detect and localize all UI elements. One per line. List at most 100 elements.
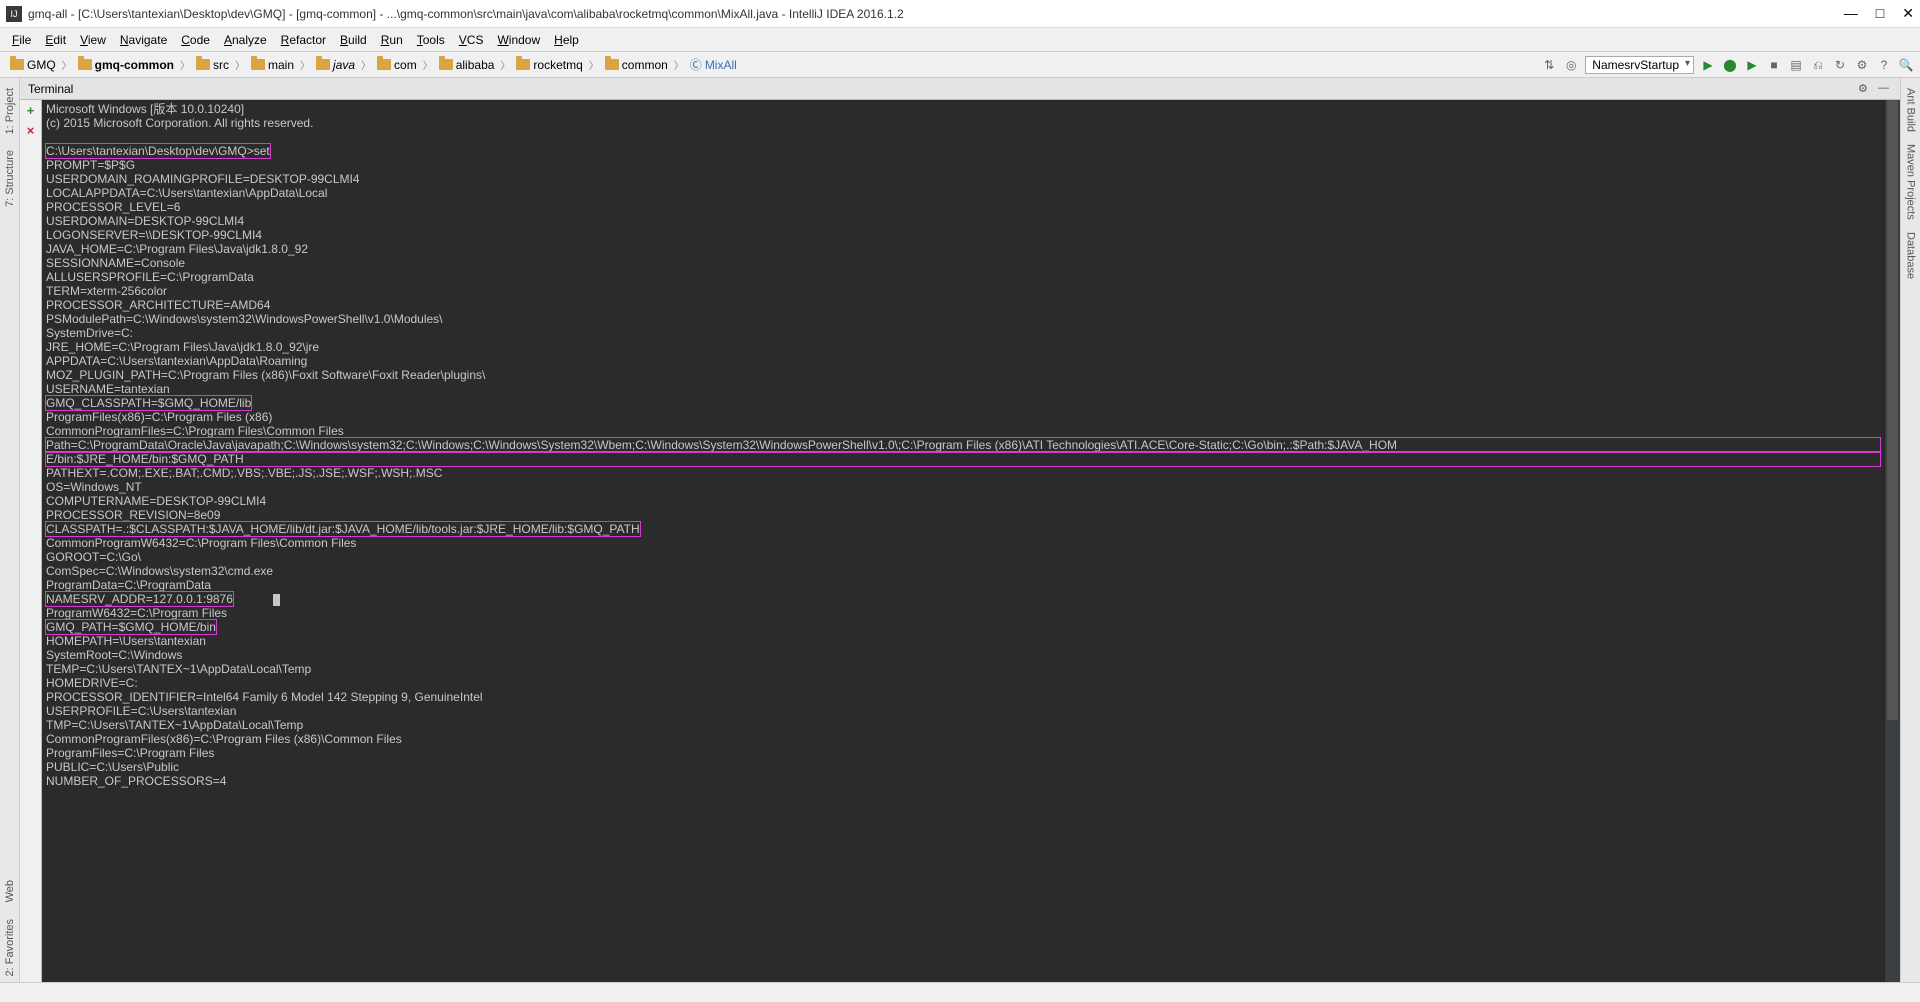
menu-run[interactable]: Run (375, 31, 409, 49)
terminal-line: ProgramFiles=C:\Program Files (46, 746, 1880, 760)
terminal-line: PROMPT=$P$G (46, 158, 1880, 172)
tool-window-header: Terminal ⚙ — (20, 78, 1900, 100)
terminal-line: TEMP=C:\Users\TANTEX~1\AppData\Local\Tem… (46, 662, 1880, 676)
terminal-line: ProgramFiles(x86)=C:\Program Files (x86) (46, 410, 1880, 424)
debug-icon[interactable]: ⬤ (1722, 57, 1738, 73)
terminal-line: USERDOMAIN=DESKTOP-99CLMI4 (46, 214, 1880, 228)
layout-icon[interactable]: ▤ (1788, 57, 1804, 73)
menu-refactor[interactable]: Refactor (275, 31, 332, 49)
title-bar: IJ gmq-all - [C:\Users\tantexian\Desktop… (0, 0, 1920, 28)
terminal-line: CommonProgramFiles(x86)=C:\Program Files… (46, 732, 1880, 746)
tab-favorites[interactable]: 2: Favorites (2, 913, 18, 982)
menu-help[interactable]: Help (548, 31, 585, 49)
menu-code[interactable]: Code (175, 31, 216, 49)
stop-icon[interactable]: ■ (1766, 57, 1782, 73)
menu-tools[interactable]: Tools (411, 31, 451, 49)
search-icon[interactable]: 🔍 (1898, 57, 1914, 73)
terminal-line: HOMEDRIVE=C: (46, 676, 1880, 690)
menu-build[interactable]: Build (334, 31, 373, 49)
terminal-line: USERPROFILE=C:\Users\tantexian (46, 704, 1880, 718)
terminal-line: ProgramW6432=C:\Program Files (46, 606, 1880, 620)
settings-icon[interactable]: ⚙ (1854, 57, 1870, 73)
terminal-line: TERM=xterm-256color (46, 284, 1880, 298)
folder-icon (10, 59, 24, 70)
terminal-output[interactable]: Microsoft Windows [版本 10.0.10240](c) 201… (42, 100, 1884, 982)
menu-view[interactable]: View (74, 31, 112, 49)
crumb-label: common (622, 58, 668, 72)
terminal-toolbar: + × (20, 100, 42, 982)
menu-window[interactable]: Window (491, 31, 546, 49)
terminal-line: Microsoft Windows [版本 10.0.10240] (46, 102, 1880, 116)
tab-maven[interactable]: Maven Projects (1903, 138, 1919, 226)
gear-icon[interactable]: ⚙ (1858, 82, 1872, 96)
terminal-line: GOROOT=C:\Go\ (46, 550, 1880, 564)
crumb-gmq-common[interactable]: gmq-common (74, 57, 178, 73)
crumb-alibaba[interactable]: alibaba (435, 57, 499, 73)
minimize-button[interactable]: — (1844, 5, 1858, 22)
close-session-button[interactable]: × (24, 124, 38, 138)
chevron-right-icon: 〉 (674, 57, 684, 72)
crumb-src[interactable]: src (192, 57, 233, 73)
crumb-com[interactable]: com (373, 57, 421, 73)
terminal-line: PATHEXT=.COM;.EXE;.BAT;.CMD;.VBS;.VBE;.J… (46, 466, 1880, 480)
crumb-gmq[interactable]: GMQ (6, 57, 60, 73)
terminal-line: NUMBER_OF_PROCESSORS=4 (46, 774, 1880, 788)
target-icon[interactable]: ◎ (1563, 57, 1579, 73)
tab-structure[interactable]: 7: Structure (2, 144, 18, 213)
chevron-right-icon: 〉 (589, 57, 599, 72)
close-button[interactable]: ✕ (1902, 5, 1914, 22)
crumb-common[interactable]: common (601, 57, 672, 73)
crumb-rocketmq[interactable]: rocketmq (512, 57, 586, 73)
chevron-right-icon: 〉 (62, 57, 72, 72)
app-icon: IJ (6, 6, 22, 22)
terminal-scrollbar[interactable] (1884, 100, 1900, 982)
vcs-icon[interactable]: ⎌ (1810, 57, 1826, 73)
terminal-line: PUBLIC=C:\Users\Public (46, 760, 1880, 774)
tab-project[interactable]: 1: Project (2, 82, 18, 140)
terminal-line: PSModulePath=C:\Windows\system32\Windows… (46, 312, 1880, 326)
class-icon: Ⓒ (690, 56, 702, 73)
terminal-line: USERNAME=tantexian (46, 382, 1880, 396)
crumb-mixall[interactable]: Ⓒ MixAll (686, 55, 741, 74)
run-icon[interactable]: ▶ (1700, 57, 1716, 73)
coverage-icon[interactable]: ▶ (1744, 57, 1760, 73)
terminal-line: E/bin:$JRE_HOME/bin:$GMQ_PATH (46, 452, 1880, 466)
left-tool-stripe: 1: Project 7: Structure Web 2: Favorites (0, 78, 20, 982)
crumb-main[interactable]: main (247, 57, 298, 73)
help-icon[interactable]: ? (1876, 57, 1892, 73)
menu-vcs[interactable]: VCS (453, 31, 490, 49)
sync-icon[interactable]: ⇅ (1541, 57, 1557, 73)
terminal-line: ALLUSERSPROFILE=C:\ProgramData (46, 270, 1880, 284)
chevron-right-icon: 〉 (500, 57, 510, 72)
terminal-line: CommonProgramW6432=C:\Program Files\Comm… (46, 536, 1880, 550)
menu-analyze[interactable]: Analyze (218, 31, 273, 49)
folder-icon (251, 59, 265, 70)
window-title: gmq-all - [C:\Users\tantexian\Desktop\de… (28, 7, 1844, 21)
maximize-button[interactable]: □ (1876, 5, 1884, 22)
menu-navigate[interactable]: Navigate (114, 31, 173, 49)
tab-database[interactable]: Database (1903, 226, 1919, 285)
breadcrumb: GMQ〉gmq-common〉src〉main〉java〉com〉alibaba… (6, 55, 1541, 74)
run-config-selector[interactable]: NamesrvStartup (1585, 56, 1694, 74)
terminal-line: PROCESSOR_LEVEL=6 (46, 200, 1880, 214)
crumb-label: GMQ (27, 58, 56, 72)
tab-ant-build[interactable]: Ant Build (1903, 82, 1919, 138)
crumb-label: rocketmq (533, 58, 582, 72)
terminal-line: GMQ_PATH=$GMQ_HOME/bin (46, 620, 1880, 634)
folder-icon (78, 59, 92, 70)
menu-edit[interactable]: Edit (39, 31, 72, 49)
terminal-line: CLASSPATH=.:$CLASSPATH:$JAVA_HOME/lib/dt… (46, 522, 1880, 536)
menu-file[interactable]: File (6, 31, 37, 49)
new-session-button[interactable]: + (24, 104, 38, 118)
tab-web[interactable]: Web (2, 874, 18, 908)
update-icon[interactable]: ↻ (1832, 57, 1848, 73)
minimize-tool-icon[interactable]: — (1878, 82, 1892, 96)
terminal-line: JAVA_HOME=C:\Program Files\Java\jdk1.8.0… (46, 242, 1880, 256)
folder-icon (316, 59, 330, 70)
status-bar (0, 982, 1920, 1002)
crumb-java[interactable]: java (312, 57, 359, 73)
chevron-right-icon: 〉 (300, 57, 310, 72)
crumb-label: com (394, 58, 417, 72)
folder-icon (377, 59, 391, 70)
chevron-right-icon: 〉 (235, 57, 245, 72)
